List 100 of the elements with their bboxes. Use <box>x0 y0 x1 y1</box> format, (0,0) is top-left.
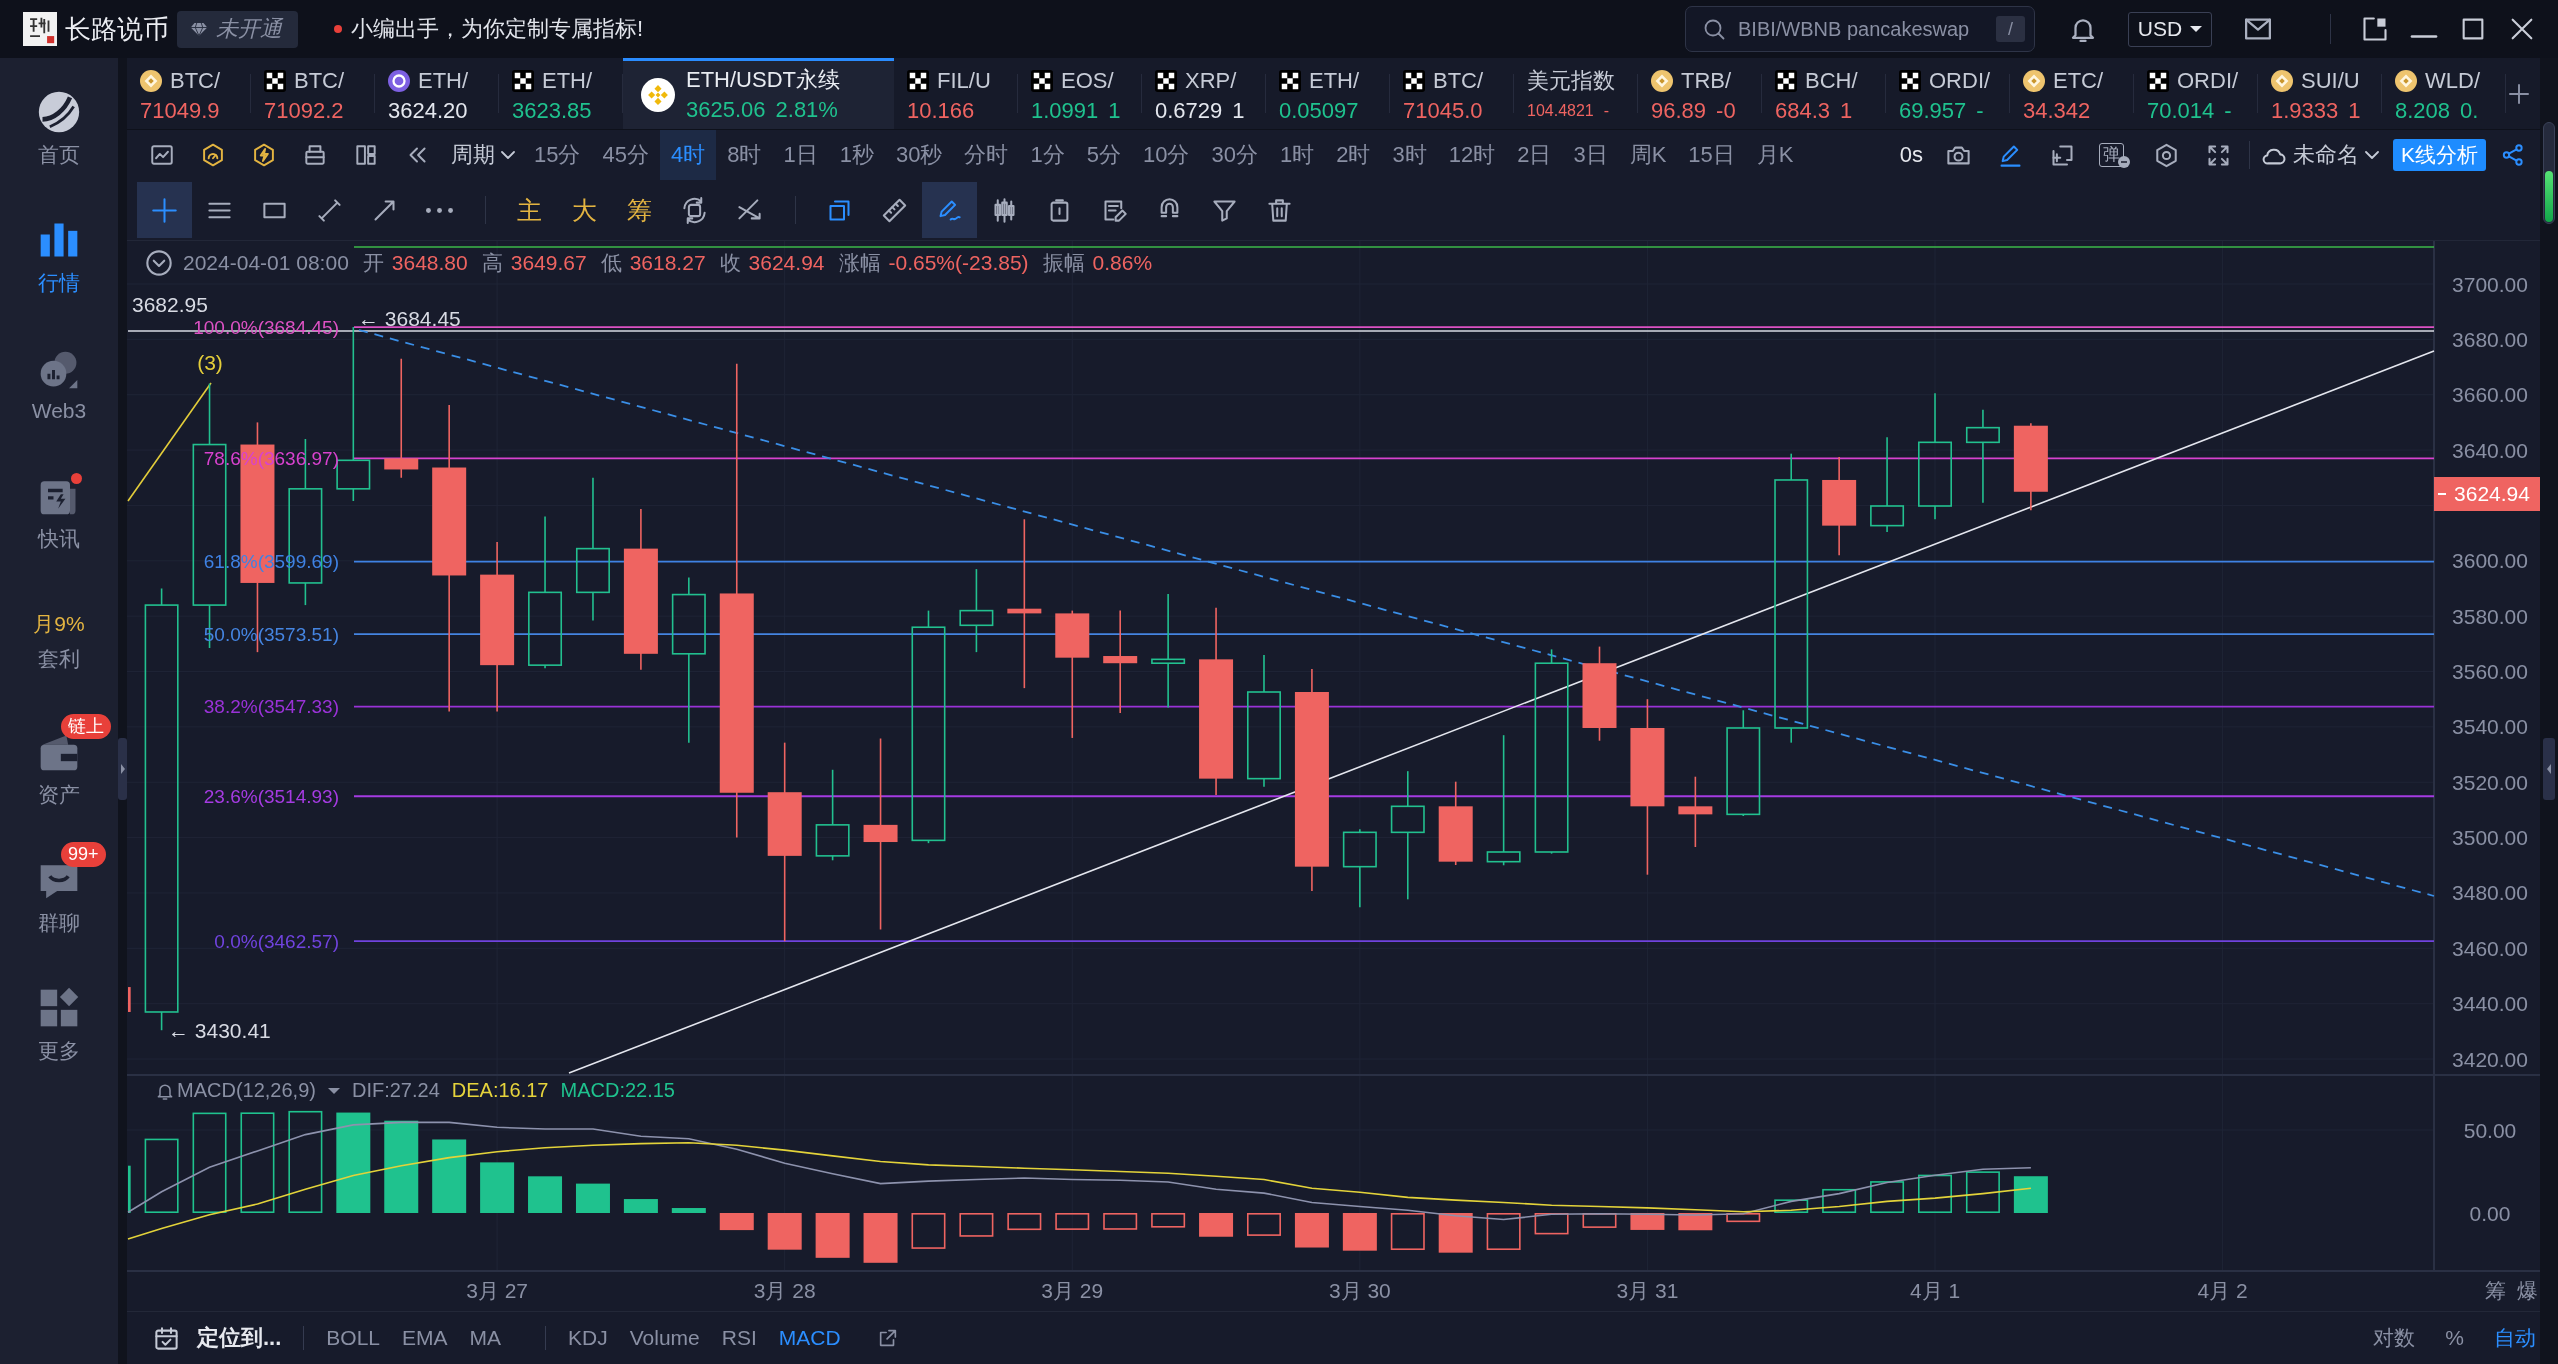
price-axis-label: 3680.00 <box>2452 327 2528 351</box>
ticker-tab[interactable]: 美元指数 104.4821 - <box>1514 58 1638 129</box>
indicator-tab[interactable]: EMA <box>402 1326 448 1350</box>
macd-bar <box>1678 1213 1713 1231</box>
ticker-price: 71049.9 <box>140 98 220 124</box>
period-tab[interactable]: 3日 <box>1562 130 1619 180</box>
ticker-tab[interactable]: XRP/ 0.6729 1 <box>1142 58 1266 129</box>
ticker-tab[interactable]: BTC/ 71045.0 <box>1390 58 1514 129</box>
share-icon[interactable] <box>2500 142 2526 168</box>
ticker-tab[interactable]: ETH/ 3623.85 <box>499 58 623 129</box>
period-tab[interactable]: 1秒 <box>828 130 885 180</box>
ticker-tab[interactable]: ETC/ 34.342 <box>2010 58 2134 129</box>
gauge-bar-icon <box>2543 122 2555 224</box>
sidebar-item[interactable]: 99+ 群聊 <box>0 833 118 961</box>
period-tab[interactable]: 12时 <box>1437 130 1507 180</box>
notice-text[interactable]: 小编出手，为你定制专属指标! <box>351 14 644 44</box>
analysis-button[interactable]: K线分析 <box>2393 139 2486 171</box>
collapse-icon[interactable] <box>145 249 173 277</box>
scale-option[interactable]: % <box>2445 1326 2464 1350</box>
indicator-tool[interactable]: 主 <box>502 182 557 238</box>
ticker-change: - <box>2224 98 2232 124</box>
period-tab[interactable]: 分时 <box>953 130 1020 180</box>
ticker-symbol: EOS/ <box>1061 68 1114 94</box>
period-tab[interactable]: 3时 <box>1381 130 1438 180</box>
indicator-tab[interactable]: MA <box>469 1326 502 1350</box>
ticker-tab[interactable]: WLD/ 8.208 0. <box>2382 58 2506 129</box>
layout-menu[interactable]: 未命名 <box>2260 140 2379 170</box>
period-tab[interactable]: 2时 <box>1325 130 1382 180</box>
period-tab[interactable]: 30分 <box>1200 130 1269 180</box>
expand-handle-icon[interactable] <box>118 738 127 800</box>
indicator-tool[interactable]: 筹 <box>612 182 667 238</box>
indicator-tab[interactable]: Volume <box>629 1326 700 1350</box>
sidebar-item[interactable]: 首页 <box>0 65 118 193</box>
scale-option[interactable]: 自动 <box>2494 1324 2536 1352</box>
ticker-price: 71092.2 <box>264 98 344 124</box>
membership-button[interactable]: 未开通 <box>177 10 298 48</box>
ticker-tab[interactable]: BTC/ 71092.2 <box>251 58 375 129</box>
ticker-tab[interactable]: ETH/ 0.05097 <box>1266 58 1390 129</box>
popup-toggle[interactable]: 弹 <box>2089 130 2141 180</box>
period-tab[interactable]: 30秒 <box>884 130 954 180</box>
ohlc-value: 3624.94 <box>748 251 825 275</box>
ticker-tab[interactable]: TRB/ 96.89 -0 <box>1638 58 1762 129</box>
macd-value: MACD:22.15 <box>560 1079 675 1102</box>
sidebar-item[interactable]: 月9% 套利 <box>0 577 118 705</box>
ticker-tab[interactable]: SUI/U 1.9333 1 <box>2258 58 2382 129</box>
period-tab[interactable]: 5分 <box>1075 130 1132 180</box>
ticker-price: 3624.20 <box>388 98 468 124</box>
period-tab[interactable]: 15日 <box>1677 130 1746 180</box>
sidebar-item[interactable]: 快讯 <box>0 449 118 577</box>
ticker-tab[interactable]: BCH/ 684.3 1 <box>1762 58 1886 129</box>
scale-option[interactable]: 对数 <box>2373 1324 2416 1352</box>
coin-icon <box>2271 70 2293 92</box>
period-tab[interactable]: 45分 <box>591 130 660 180</box>
indicator-tool[interactable]: 大 <box>557 182 612 238</box>
period-tab[interactable]: 2日 <box>1506 130 1563 180</box>
period-tab[interactable]: 15分 <box>523 130 592 180</box>
ticker-tab[interactable]: ORDI/ 70.014 - <box>2134 58 2258 129</box>
date-axis-label: 3月 28 <box>753 1278 816 1302</box>
price-axis-label: 3700.00 <box>2452 272 2528 296</box>
period-tab[interactable]: 1时 <box>1268 130 1326 180</box>
currency-select[interactable]: USD <box>2128 11 2212 47</box>
ticker-symbol: FIL/U <box>937 68 991 94</box>
indicator-tab[interactable]: BOLL <box>326 1326 381 1350</box>
sidebar-item[interactable]: 更多 <box>0 961 118 1089</box>
ticker-tab[interactable]: ORDI/ 69.957 - <box>1886 58 2010 129</box>
indicator-tab[interactable]: KDJ <box>568 1326 608 1350</box>
macd-axis-label: 0.00 <box>2469 1201 2511 1225</box>
period-tab[interactable]: 周K <box>1618 130 1678 180</box>
indicator-tab[interactable]: MACD <box>778 1326 841 1350</box>
macd-bar <box>2013 1176 2048 1213</box>
ticker-symbol: BTC/ <box>170 68 221 94</box>
ticker-tab[interactable]: BTC/ 71049.9 <box>127 58 251 129</box>
locate-button[interactable]: 定位到... <box>153 1323 282 1353</box>
notice-dot-icon <box>334 25 342 33</box>
axis-mode-button[interactable]: 筹 <box>2484 1278 2506 1302</box>
period-tab[interactable]: 8时 <box>716 130 773 180</box>
minimize-icon[interactable] <box>2410 34 2438 38</box>
period-tab[interactable]: 10分 <box>1131 130 1201 180</box>
sidebar-item[interactable]: 行情 <box>0 193 118 321</box>
period-tab[interactable]: 1日 <box>772 130 829 180</box>
ticker-tab[interactable]: FIL/U 10.166 <box>894 58 1018 129</box>
ohlc-label: 收 <box>719 250 741 276</box>
indicator-tab[interactable]: RSI <box>721 1326 757 1350</box>
ticker-tab[interactable]: EOS/ 1.0991 1 <box>1018 58 1142 129</box>
date-axis-label: 3月 27 <box>466 1278 529 1302</box>
collapse-handle-icon[interactable] <box>2543 738 2555 800</box>
ticker-tab[interactable]: ETH/ 3624.20 <box>375 58 499 129</box>
period-tab[interactable]: 4时 <box>659 130 717 180</box>
pip-icon[interactable] <box>2361 15 2389 43</box>
ticker-tab[interactable]: ETH/USDT永续 3625.06 2.81% <box>623 58 894 129</box>
period-tab[interactable]: 月K <box>1745 130 1805 180</box>
sidebar-item[interactable]: Web3 <box>0 321 118 449</box>
axis-mode-button[interactable]: 爆 <box>2516 1278 2538 1302</box>
ticker-change: -0 <box>1716 98 1736 124</box>
sidebar-item[interactable]: 链上 资产 <box>0 705 118 833</box>
shortcut-key: / <box>1996 16 2025 42</box>
pen-icon[interactable] <box>922 182 977 238</box>
period-menu[interactable]: 周期 <box>451 130 515 180</box>
period-tab[interactable]: 1分 <box>1019 130 1076 180</box>
caret-icon[interactable] <box>327 1087 340 1094</box>
